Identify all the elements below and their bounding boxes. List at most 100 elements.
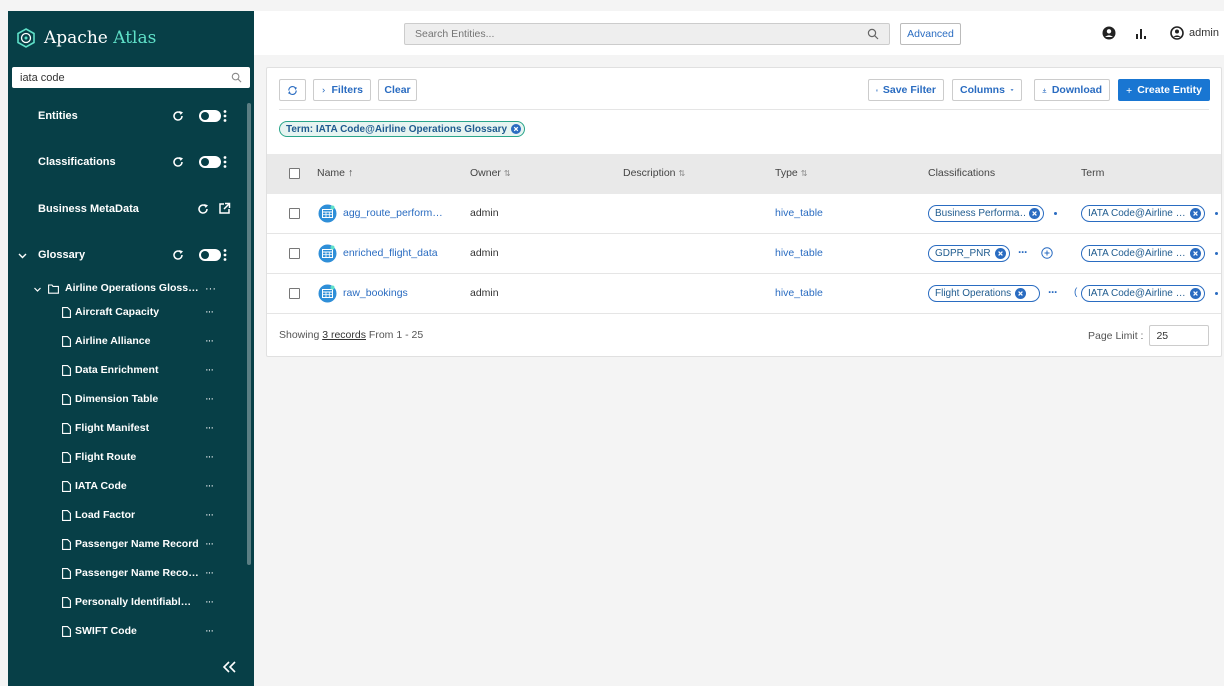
term-tag[interactable]: IATA Code@Airline … [1081, 245, 1205, 262]
more-terms-icon[interactable] [1215, 212, 1218, 215]
more-options-icon[interactable]: ··· [205, 596, 214, 608]
more-options-icon[interactable] [222, 109, 228, 123]
global-search-input[interactable] [415, 28, 867, 40]
more-classifications-icon[interactable] [1054, 212, 1057, 215]
glossary-term-item[interactable]: Personally Identifiabl… ··· [8, 595, 246, 611]
entity-name-link[interactable]: enriched_flight_data [343, 247, 448, 259]
more-options-icon[interactable]: ··· [205, 538, 214, 550]
sidebar-section-entities[interactable]: Entities [8, 106, 246, 126]
save-filter-button[interactable]: Save Filter [868, 79, 944, 101]
more-classifications-icon[interactable]: ··· [1048, 285, 1058, 299]
glossary-term-item[interactable]: Load Factor ··· [8, 508, 246, 524]
download-button[interactable]: Download [1034, 79, 1110, 101]
more-terms-icon[interactable] [1215, 252, 1218, 255]
row-checkbox[interactable] [289, 208, 300, 219]
remove-tag-icon[interactable] [1190, 208, 1201, 219]
glossary-term-item[interactable]: Dimension Table ··· [8, 392, 246, 408]
remove-filter-icon[interactable] [511, 124, 522, 134]
add-classification-icon[interactable] [1041, 247, 1053, 259]
chevron-down-icon[interactable] [18, 251, 27, 260]
active-filter-chip[interactable]: Term: IATA Code@Airline Operations Gloss… [279, 121, 526, 137]
entity-name-link[interactable]: agg_route_perform… [343, 207, 448, 219]
more-options-icon[interactable]: ··· [205, 451, 214, 463]
column-header-owner[interactable]: Owner ⇅ [470, 167, 511, 179]
column-header-name[interactable]: Name ↑ [317, 167, 353, 179]
row-checkbox[interactable] [289, 248, 300, 259]
page-limit-input[interactable] [1149, 325, 1210, 346]
more-options-icon[interactable]: ··· [205, 509, 214, 521]
advanced-search-button[interactable]: Advanced [900, 23, 961, 45]
glossary-term-item[interactable]: Passenger Name Reco… ··· [8, 566, 246, 582]
more-options-icon[interactable]: ··· [205, 335, 214, 347]
entity-name-link[interactable]: raw_bookings [343, 287, 448, 299]
glossary-term-item[interactable]: Data Enrichment ··· [8, 363, 246, 379]
refresh-icon[interactable] [197, 203, 209, 215]
glossary-term-item[interactable]: Flight Route ··· [8, 450, 246, 466]
entity-type-link[interactable]: hive_table [775, 247, 823, 259]
select-all-checkbox[interactable] [289, 168, 300, 179]
statistics-icon[interactable] [1134, 26, 1148, 40]
glossary-term-item[interactable]: SWIFT Code ··· [8, 624, 246, 640]
sidebar-scrollbar[interactable] [247, 103, 251, 565]
more-classifications-icon[interactable]: ··· [1018, 245, 1028, 259]
search-icon[interactable] [231, 72, 242, 83]
sidebar-section-glossary[interactable]: Glossary [8, 245, 246, 265]
records-link[interactable]: 3 records [322, 329, 366, 341]
glossary-term-item[interactable]: Aircraft Capacity ··· [8, 305, 246, 321]
more-options-icon[interactable]: ··· [205, 393, 214, 405]
columns-dropdown[interactable]: Columns [952, 79, 1022, 101]
remove-tag-icon[interactable] [1190, 248, 1201, 259]
show-empty-toggle[interactable] [199, 156, 221, 168]
term-tag[interactable]: IATA Code@Airline … [1081, 285, 1205, 302]
clear-button[interactable]: Clear [378, 79, 417, 101]
refresh-icon[interactable] [172, 156, 184, 168]
more-terms-icon[interactable] [1215, 292, 1218, 295]
show-empty-toggle[interactable] [199, 249, 221, 261]
more-options-icon[interactable] [222, 155, 228, 169]
more-options-icon[interactable]: ··· [205, 306, 214, 318]
sidebar-section-business-metadata[interactable]: Business MetaData [8, 199, 246, 219]
remove-tag-icon[interactable] [1029, 208, 1040, 219]
remove-tag-icon[interactable] [1190, 288, 1201, 299]
classification-tag[interactable]: Business Performa… [928, 205, 1044, 222]
search-icon[interactable] [867, 28, 879, 40]
brand[interactable]: Apache Atlas [16, 27, 156, 49]
user-circle-icon[interactable] [1102, 26, 1116, 40]
show-empty-toggle[interactable] [199, 110, 221, 122]
glossary-term-item[interactable]: Passenger Name Record ··· [8, 537, 246, 553]
more-options-icon[interactable]: ··· [205, 625, 214, 637]
remove-tag-icon[interactable] [994, 248, 1006, 259]
more-options-icon[interactable]: ··· [205, 567, 214, 579]
column-header-term[interactable]: Term [1081, 167, 1104, 179]
entity-type-link[interactable]: hive_table [775, 287, 823, 299]
chevron-down-icon[interactable] [34, 286, 41, 293]
create-entity-button[interactable]: Create Entity [1118, 79, 1210, 101]
more-options-icon[interactable]: ··· [205, 422, 214, 434]
more-options-icon[interactable]: ··· [205, 283, 216, 295]
more-options-icon[interactable]: ··· [205, 480, 214, 492]
refresh-icon[interactable] [172, 249, 184, 261]
glossary-term-item[interactable]: IATA Code ··· [8, 479, 246, 495]
sidebar-section-classifications[interactable]: Classifications [8, 152, 246, 172]
refresh-button[interactable] [279, 79, 306, 101]
column-header-type[interactable]: Type ⇅ [775, 167, 807, 179]
column-header-classifications[interactable]: Classifications [928, 167, 995, 179]
more-options-icon[interactable]: ··· [205, 364, 214, 376]
classification-tag[interactable]: Flight Operations [928, 285, 1040, 302]
row-checkbox[interactable] [289, 288, 300, 299]
glossary-term-item[interactable]: Flight Manifest ··· [8, 421, 246, 437]
column-header-description[interactable]: Description ⇅ [623, 167, 685, 179]
external-link-icon[interactable] [218, 202, 231, 215]
term-tag[interactable]: IATA Code@Airline … [1081, 205, 1205, 222]
sidebar-search-input[interactable] [20, 71, 231, 84]
refresh-icon[interactable] [172, 110, 184, 122]
remove-tag-icon[interactable] [1015, 288, 1027, 299]
user-menu[interactable]: admin [1170, 26, 1219, 40]
filters-button[interactable]: Filters [313, 79, 371, 101]
collapse-sidebar-icon[interactable] [222, 661, 238, 673]
more-options-icon[interactable] [222, 248, 228, 262]
classification-tag[interactable]: GDPR_PNR [928, 245, 1010, 262]
glossary-tree-root[interactable]: Airline Operations Gloss… ··· [8, 281, 246, 297]
entity-type-link[interactable]: hive_table [775, 207, 823, 219]
glossary-term-item[interactable]: Airline Alliance ··· [8, 334, 246, 350]
